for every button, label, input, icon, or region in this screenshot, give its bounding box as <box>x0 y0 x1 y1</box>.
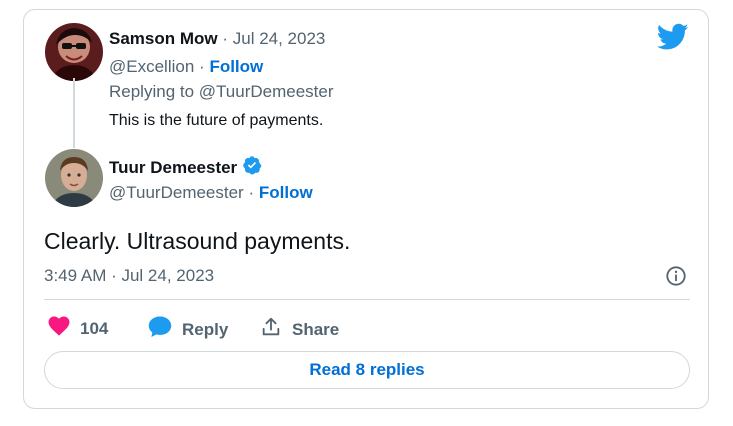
author-name[interactable]: Samson Mow <box>109 29 218 48</box>
follow-link[interactable]: Follow <box>259 183 313 202</box>
author-name[interactable]: Tuur Demeester <box>109 158 237 178</box>
read-replies-label: Read 8 replies <box>309 360 425 379</box>
share-label: Share <box>292 319 340 339</box>
follow-link[interactable]: Follow <box>209 57 263 76</box>
parent-tweet-text: This is the future of payments. <box>109 112 324 129</box>
share-icon <box>260 316 282 343</box>
separator-dot: · <box>199 57 205 76</box>
separator-dot: · <box>248 183 255 202</box>
main-tweet-text: Clearly. Ultrasound payments. <box>44 228 351 254</box>
like-button[interactable]: 104 <box>48 316 108 341</box>
parent-handle-row: @Excellion · Follow <box>109 57 263 77</box>
reply-label: Reply <box>182 319 229 339</box>
tweet-timestamp[interactable]: 3:49 AM · Jul 24, 2023 <box>44 266 214 286</box>
tweet-embed-card: Samson Mow · Jul 24, 2023 @Excellion · F… <box>23 9 709 409</box>
divider <box>44 299 690 300</box>
thread-connector-line <box>73 78 75 148</box>
info-icon[interactable] <box>665 265 687 292</box>
main-handle-row: @TuurDemeester · Follow <box>109 183 313 203</box>
author-handle[interactable]: @TuurDemeester <box>109 183 244 202</box>
reply-bubble-icon <box>148 316 172 343</box>
like-count: 104 <box>80 318 109 338</box>
heart-icon <box>48 316 70 341</box>
share-button[interactable]: Share <box>260 316 339 343</box>
replying-to-handle[interactable]: @TuurDemeester <box>199 82 334 101</box>
samson-mow-avatar[interactable] <box>45 23 103 81</box>
twitter-logo-icon[interactable] <box>656 23 689 56</box>
verified-badge-icon <box>242 155 262 180</box>
main-tweet-header: Tuur Demeester <box>109 155 262 180</box>
tweet-date[interactable]: · Jul 24, 2023 <box>222 29 325 48</box>
read-replies-button[interactable]: Read 8 replies <box>44 351 690 389</box>
replying-to-prefix: Replying to <box>109 82 195 101</box>
tuur-demeester-avatar[interactable] <box>45 149 103 207</box>
reply-button[interactable]: Reply <box>148 316 228 343</box>
author-handle[interactable]: @Excellion <box>109 57 194 76</box>
replying-to-row: Replying to @TuurDemeester <box>109 82 334 102</box>
parent-tweet-header: Samson Mow · Jul 24, 2023 <box>109 29 325 49</box>
